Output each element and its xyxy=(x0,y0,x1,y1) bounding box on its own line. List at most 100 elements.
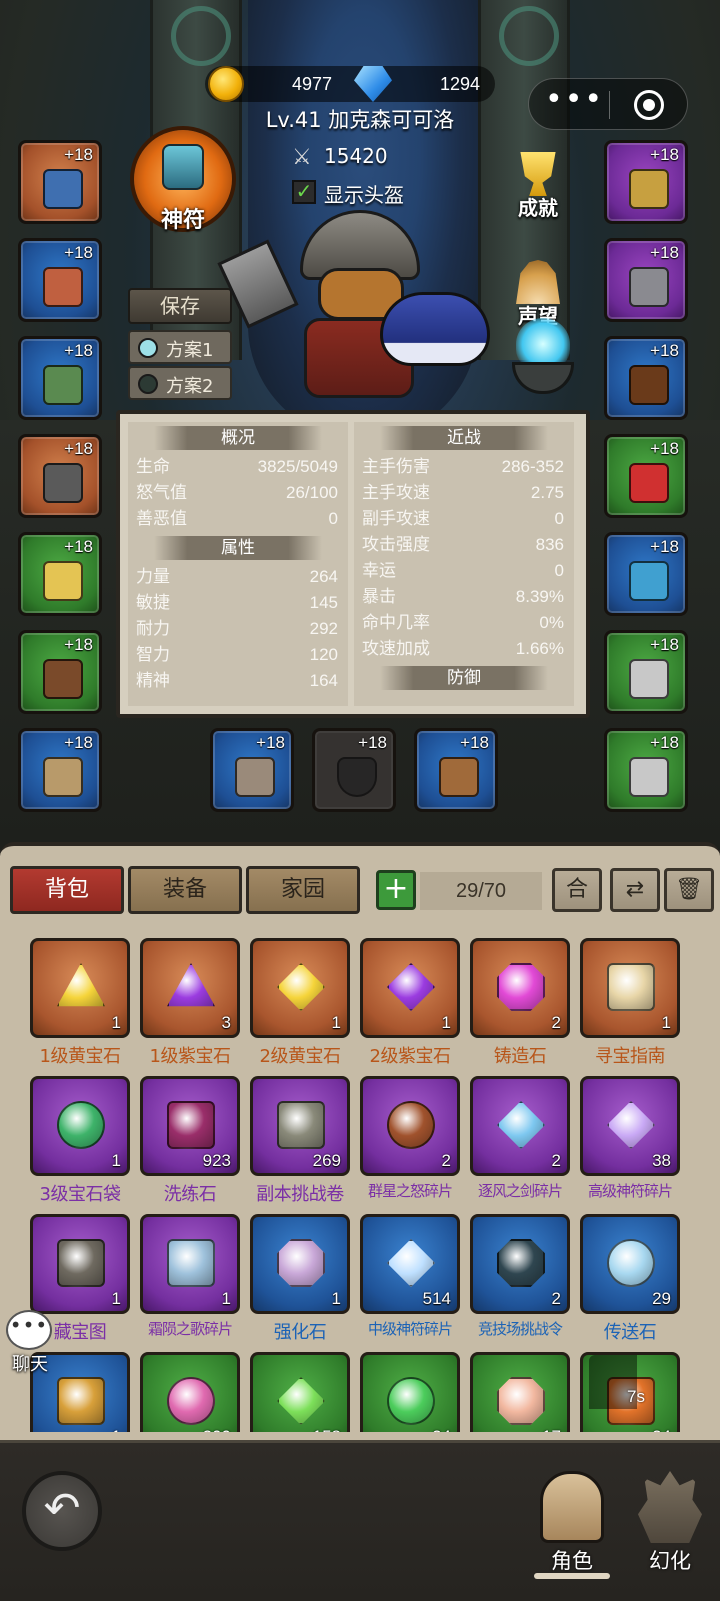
equipment-slot[interactable]: +18 xyxy=(210,728,294,812)
equipment-slot[interactable]: +18 xyxy=(604,336,688,420)
brazier-bowl xyxy=(512,362,574,394)
equipment-slot[interactable]: +18 xyxy=(604,728,688,812)
helmet-icon xyxy=(43,169,83,209)
item-tile[interactable]: 158 xyxy=(250,1352,350,1432)
item-tile[interactable]: 1 xyxy=(580,938,680,1038)
shoulder-icon xyxy=(43,365,83,405)
equipment-slot[interactable]: +18 xyxy=(604,238,688,322)
item-tile[interactable]: 2 xyxy=(470,1076,570,1176)
item-tile[interactable]: 2 xyxy=(470,938,570,1038)
conch-icon xyxy=(497,1377,545,1425)
item-count: 1 xyxy=(331,1013,341,1032)
enhance-level: +18 xyxy=(650,733,679,752)
equipment-slot[interactable]: +18 xyxy=(18,728,102,812)
achievement-button[interactable]: 成就 xyxy=(503,150,573,230)
item-count: 1 xyxy=(111,1151,121,1170)
scroll-map-icon xyxy=(57,1239,105,1287)
item-count: 38 xyxy=(652,1151,671,1170)
item-tile[interactable]: 3 xyxy=(140,938,240,1038)
item-count: 2 xyxy=(551,1151,561,1170)
equipment-slot[interactable]: +18 xyxy=(18,238,102,322)
item-name: 1级黄宝石 xyxy=(39,1046,121,1067)
save-loadout-button[interactable]: 保存 xyxy=(128,288,232,324)
equipment-slot[interactable]: +18 xyxy=(604,434,688,518)
purple-gem-icon xyxy=(167,963,215,1007)
stat-value: 1.66% xyxy=(515,639,564,658)
sapphire-ring-icon xyxy=(629,561,669,601)
item-tile[interactable]: 2 xyxy=(470,1214,570,1314)
item-count: 29 xyxy=(652,1289,671,1308)
enhance-level: +18 xyxy=(650,243,679,262)
transmog-icon xyxy=(638,1471,702,1543)
plan2-button[interactable]: 方案2 xyxy=(128,366,232,400)
equipment-slot[interactable]: +18 xyxy=(604,630,688,714)
stat-row: 攻速加成 1.66% xyxy=(354,636,574,662)
equipment-slot[interactable]: +18 xyxy=(604,532,688,616)
tab-home[interactable]: 家园 xyxy=(246,866,360,914)
item-tile[interactable]: 200 xyxy=(140,1352,240,1432)
stat-label: 副手攻速 xyxy=(362,509,430,529)
stats-left-column[interactable]: 概况 生命 3825/5049 怒气值 26/100 善恶值 0 属性 力量 264 敏捷 14… xyxy=(128,422,348,706)
equipment-slot[interactable]: +18 xyxy=(312,728,396,812)
equipment-slot[interactable]: +18 xyxy=(604,140,688,224)
close-miniprogram-icon[interactable] xyxy=(634,90,664,120)
item-tile[interactable]: 24 xyxy=(360,1352,460,1432)
item-tile[interactable]: 269 xyxy=(250,1076,350,1176)
equipment-slot[interactable]: +18 xyxy=(18,434,102,518)
back-arrow-icon[interactable]: ↶ xyxy=(22,1471,102,1551)
equipment-slot[interactable]: +18 xyxy=(18,140,102,224)
equipment-slot[interactable]: +18 xyxy=(18,336,102,420)
item-tile[interactable]: 1 xyxy=(140,1214,240,1314)
item-name: 副本挑战卷 xyxy=(256,1184,344,1205)
item-tile[interactable]: 1 xyxy=(250,938,350,1038)
achievement-label: 成就 xyxy=(518,196,558,220)
tab-backpack[interactable]: 背包 xyxy=(10,866,124,914)
enhance-level: +18 xyxy=(358,733,387,752)
stats-right-column[interactable]: 近战 主手伤害 286-352 主手攻速 2.75 副手攻速 0 攻击强度 836 幸运 0 暴击 8… xyxy=(354,422,574,706)
item-tile[interactable]: 29 xyxy=(580,1214,680,1314)
item-tile[interactable]: 514 xyxy=(360,1214,460,1314)
chat-button[interactable]: ••• 聊天 xyxy=(4,1310,56,1376)
merge-button[interactable]: 合 xyxy=(552,868,602,912)
show-helmet-toggle[interactable]: ✓ 显示头盔 xyxy=(292,178,432,207)
trash-icon[interactable]: 🗑 xyxy=(664,868,714,912)
item-tile[interactable]: 17 xyxy=(470,1352,570,1432)
item-count: 2 xyxy=(551,1013,561,1032)
plan1-button[interactable]: 方案1 xyxy=(128,330,232,364)
item-name: 寻宝指南 xyxy=(595,1046,666,1067)
checkbox-checked-icon[interactable]: ✓ xyxy=(292,180,316,204)
item-tile[interactable]: 923 xyxy=(140,1076,240,1176)
nav-transmog-label: 幻化 xyxy=(649,1549,691,1573)
arena-token-icon xyxy=(497,1239,545,1287)
nav-transmog[interactable]: 幻化 xyxy=(622,1453,718,1593)
item-tile[interactable]: 1 xyxy=(360,938,460,1038)
item-tile[interactable]: 2 xyxy=(360,1076,460,1176)
item-name: 3级宝石袋 xyxy=(39,1184,121,1205)
tab-equipment[interactable]: 装备 xyxy=(128,866,242,914)
equipment-slot[interactable]: +18 xyxy=(18,532,102,616)
stat-label: 智力 xyxy=(136,645,170,665)
nav-character[interactable]: 角色 xyxy=(524,1453,620,1593)
item-tile[interactable]: 1 xyxy=(30,1076,130,1176)
cooldown-timer: 7s xyxy=(627,1387,645,1406)
talisman-button[interactable]: 神符 xyxy=(128,124,238,234)
gem-amount: 1294 xyxy=(439,74,480,94)
item-name: 竞技场挑战令 xyxy=(477,1320,563,1338)
expand-bag-button[interactable]: + xyxy=(376,870,416,910)
bow-icon xyxy=(439,757,479,797)
item-tile[interactable]: 1 xyxy=(30,1214,130,1314)
item-count: 1 xyxy=(661,1013,671,1032)
blue-brazier-icon xyxy=(506,318,580,398)
purple-gem-icon xyxy=(387,963,435,1011)
enhance-level: +18 xyxy=(650,145,679,164)
equipment-slot[interactable]: +18 xyxy=(18,630,102,714)
stat-label: 耐力 xyxy=(136,619,170,639)
item-tile[interactable]: 1 xyxy=(250,1214,350,1314)
sort-refresh-icon[interactable]: ⇄ xyxy=(610,868,660,912)
item-tile[interactable]: 1 xyxy=(30,938,130,1038)
more-menu-icon[interactable]: ••• xyxy=(545,85,602,121)
inventory-grid[interactable]: 1 1级黄宝石 3 1级紫宝石 1 2级黄宝石 1 2级紫宝石 2 铸造石 1 寻宝指南 1 3级宝石袋 9… xyxy=(0,932,720,1432)
item-tile[interactable]: 7s 24 xyxy=(580,1352,680,1432)
equipment-slot[interactable]: +18 xyxy=(414,728,498,812)
item-tile[interactable]: 38 xyxy=(580,1076,680,1176)
